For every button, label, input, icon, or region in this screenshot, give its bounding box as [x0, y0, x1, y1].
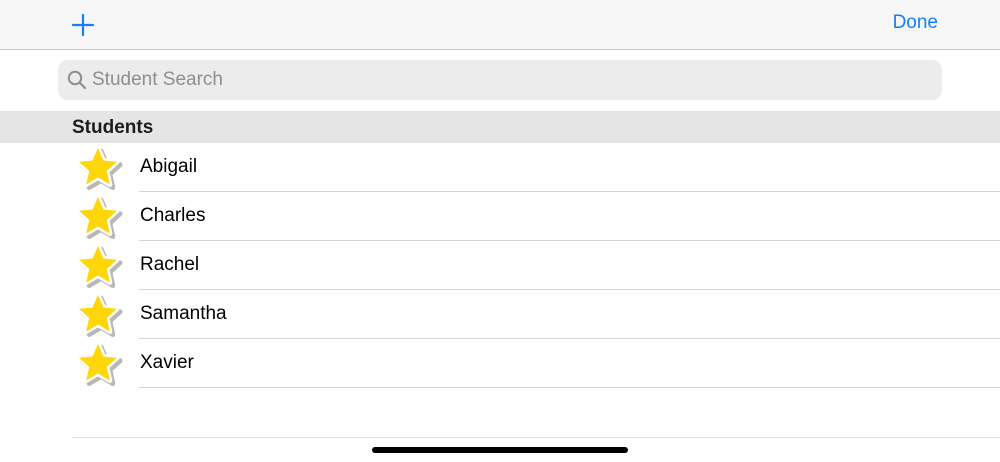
student-name: Abigail [140, 156, 198, 177]
section-header: Students [0, 111, 1000, 143]
list-bottom-divider [72, 437, 1000, 438]
student-row-samantha[interactable]: Samantha [0, 290, 1000, 339]
student-row-xavier[interactable]: Xavier [0, 339, 1000, 388]
star-icon [76, 194, 123, 239]
plus-icon [71, 13, 95, 37]
add-student-button[interactable] [64, 6, 102, 44]
student-search-input[interactable] [92, 62, 912, 98]
student-row-rachel[interactable]: Rachel [0, 241, 1000, 290]
student-name: Xavier [140, 352, 194, 373]
student-name: Charles [140, 205, 206, 226]
student-name: Samantha [140, 303, 227, 324]
star-icon [76, 341, 123, 386]
student-name: Rachel [140, 254, 200, 275]
navigation-bar: Done [0, 0, 1000, 50]
search-icon [66, 69, 88, 91]
done-button[interactable]: Done [893, 12, 938, 34]
star-icon [76, 292, 123, 337]
home-indicator[interactable] [372, 447, 628, 453]
star-icon [76, 145, 123, 190]
student-list: Abigail Charles Rachel Samantha Xavier [0, 143, 1000, 388]
student-row-abigail[interactable]: Abigail [0, 143, 1000, 192]
star-icon [76, 243, 123, 288]
section-title: Students [72, 117, 154, 138]
student-row-charles[interactable]: Charles [0, 192, 1000, 241]
student-list-screen: Done Students Abigail Charles [0, 0, 1000, 462]
row-divider [139, 387, 1000, 388]
search-bar[interactable] [58, 60, 942, 100]
